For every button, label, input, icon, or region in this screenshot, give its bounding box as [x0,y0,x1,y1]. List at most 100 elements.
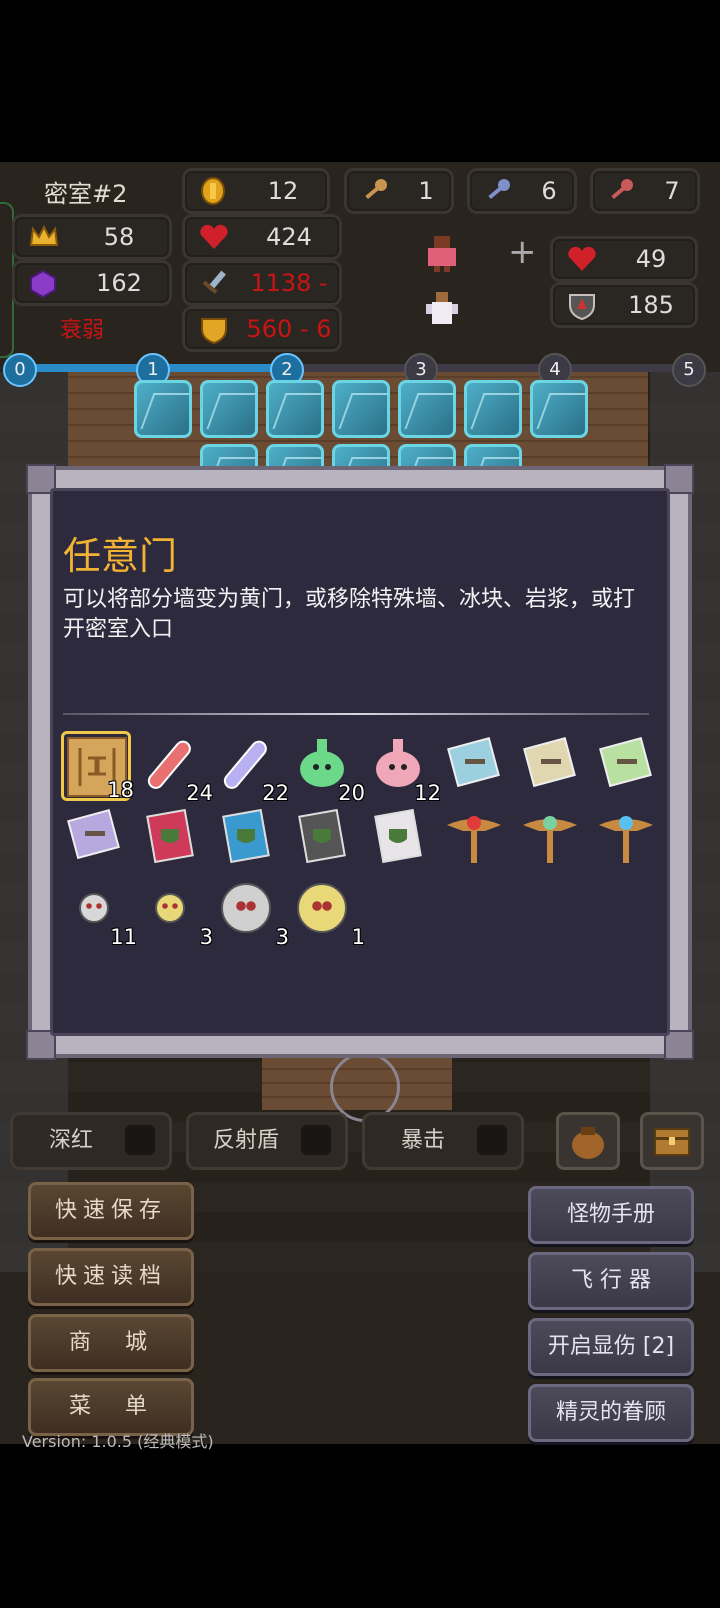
item-slot[interactable]: 22 [213,731,289,805]
item-slot[interactable]: 3 [137,875,213,949]
dialog-body: 任意门 可以将部分墙变为黄门，或移除特殊墙、冰块、岩浆，或打开密室入口 18 24… [50,488,670,1036]
white-book-icon [365,808,431,873]
item-slot[interactable] [441,731,511,801]
fairy-sprite [426,290,458,330]
bonus-hp-stat: 49 [550,236,698,282]
ice-block [200,380,258,438]
bag-icon [572,1127,604,1159]
toggle-crimson[interactable]: 深红 [10,1112,172,1170]
gold-value: 12 [267,177,299,205]
item-count: 24 [186,781,213,805]
heart-icon [199,223,228,251]
red-book-icon [137,808,203,873]
toggle-label: 暴击 [401,1128,446,1153]
ice-block [464,380,522,438]
wing-staff-blue-icon [593,816,659,873]
status-text: 衰弱 [60,318,105,343]
item-slot[interactable] [593,803,663,873]
checkbox[interactable] [477,1125,507,1155]
blue-key-count: 6 [541,177,557,205]
shield-icon [567,291,595,321]
item-count: 22 [262,781,289,805]
quick-save-button[interactable]: 快速保存 [28,1182,194,1240]
checkbox[interactable] [125,1125,155,1155]
blue-key-stat: 6 [467,168,577,214]
item-count: 11 [110,925,137,949]
flyer-button[interactable]: 飞 行 器 [528,1252,694,1310]
small-gold-coin-icon [137,893,203,945]
gold-coin-icon [199,177,227,205]
item-slot[interactable] [365,803,435,873]
plus-sign: + [508,232,537,272]
chest-icon [654,1128,690,1156]
checkbox[interactable] [301,1125,331,1155]
crown-stat: 58 [12,214,172,260]
item-count: 18 [107,778,134,802]
item-description: 可以将部分墙变为黄门，或移除特殊墙、冰块、岩浆，或打开密室入口 [63,587,636,642]
item-dialog: 任意门 可以将部分墙变为黄门，或移除特殊墙、冰块、岩浆，或打开密室入口 18 24… [26,464,694,1060]
black-book-icon [289,808,355,873]
item-slot[interactable]: 1 [289,875,365,949]
toggle-reflect-shield[interactable]: 反射盾 [186,1112,348,1170]
item-slot[interactable]: 24 [137,731,213,805]
show-damage-button[interactable]: 开启显伤 [2] [528,1318,694,1376]
yellow-key-icon [361,177,389,205]
bonus-hp-value: 49 [635,245,667,273]
yellow-key-count: 1 [418,177,434,205]
big-gold-coin-icon [289,883,355,945]
bag-button[interactable] [556,1112,620,1170]
hp-stat: 424 [182,214,342,260]
gem-stat: 162 [12,260,172,306]
ice-block [134,380,192,438]
bonus-def-stat: 185 [550,282,698,328]
toggle-label: 深红 [49,1128,94,1153]
progress-node-5: 5 [672,353,706,387]
heart-icon [567,245,596,273]
gem-value: 162 [96,269,142,297]
blue-book-icon [213,808,279,873]
hp-value: 424 [266,223,312,251]
item-count: 3 [199,925,213,949]
scroll-green-icon [593,737,659,801]
item-slot[interactable]: 18 [61,731,134,802]
item-slot[interactable] [61,803,131,873]
shop-button[interactable]: 商 城 [28,1314,194,1372]
item-count: 1 [351,925,365,949]
crown-value: 58 [103,223,135,251]
item-slot[interactable]: 12 [365,731,441,805]
item-slot[interactable]: 3 [213,875,289,949]
item-slot[interactable] [517,803,587,873]
divider [63,713,649,715]
item-slot[interactable] [517,731,587,801]
shield-icon [199,315,227,345]
crown-icon [29,223,59,251]
def-value: 560 - 6 [246,315,332,343]
ice-block [266,380,324,438]
item-count: 20 [338,781,365,805]
item-slot[interactable]: 20 [289,731,365,805]
red-key-stat: 7 [590,168,700,214]
scroll-tan-icon [517,737,583,801]
toggle-critical[interactable]: 暴击 [362,1112,524,1170]
floor-label: 密室#2 [44,180,128,208]
item-title: 任意门 [63,534,178,578]
ice-block [332,380,390,438]
quick-load-button[interactable]: 快速读档 [28,1248,194,1306]
item-slot[interactable] [289,803,359,873]
item-slot[interactable] [441,803,511,873]
atk-stat: 1138 - 6 [182,260,342,337]
item-slot[interactable] [593,731,663,801]
item-slot[interactable] [137,803,207,873]
monster-manual-button[interactable]: 怪物手册 [528,1186,694,1244]
item-slot[interactable] [213,803,283,873]
big-silver-coin-icon [213,883,279,945]
def-stat: 560 - 6 [182,306,342,352]
item-count: 3 [275,925,289,949]
chest-button[interactable] [640,1112,704,1170]
item-slot[interactable]: 11 [61,875,137,949]
version-label: Version: 1.0.5 (经典模式) [22,1432,214,1451]
sword-icon [199,269,227,297]
red-key-icon [607,177,635,205]
fairy-blessing-button[interactable]: 精灵的眷顾 [528,1384,694,1442]
wing-staff-red-icon [441,816,507,873]
